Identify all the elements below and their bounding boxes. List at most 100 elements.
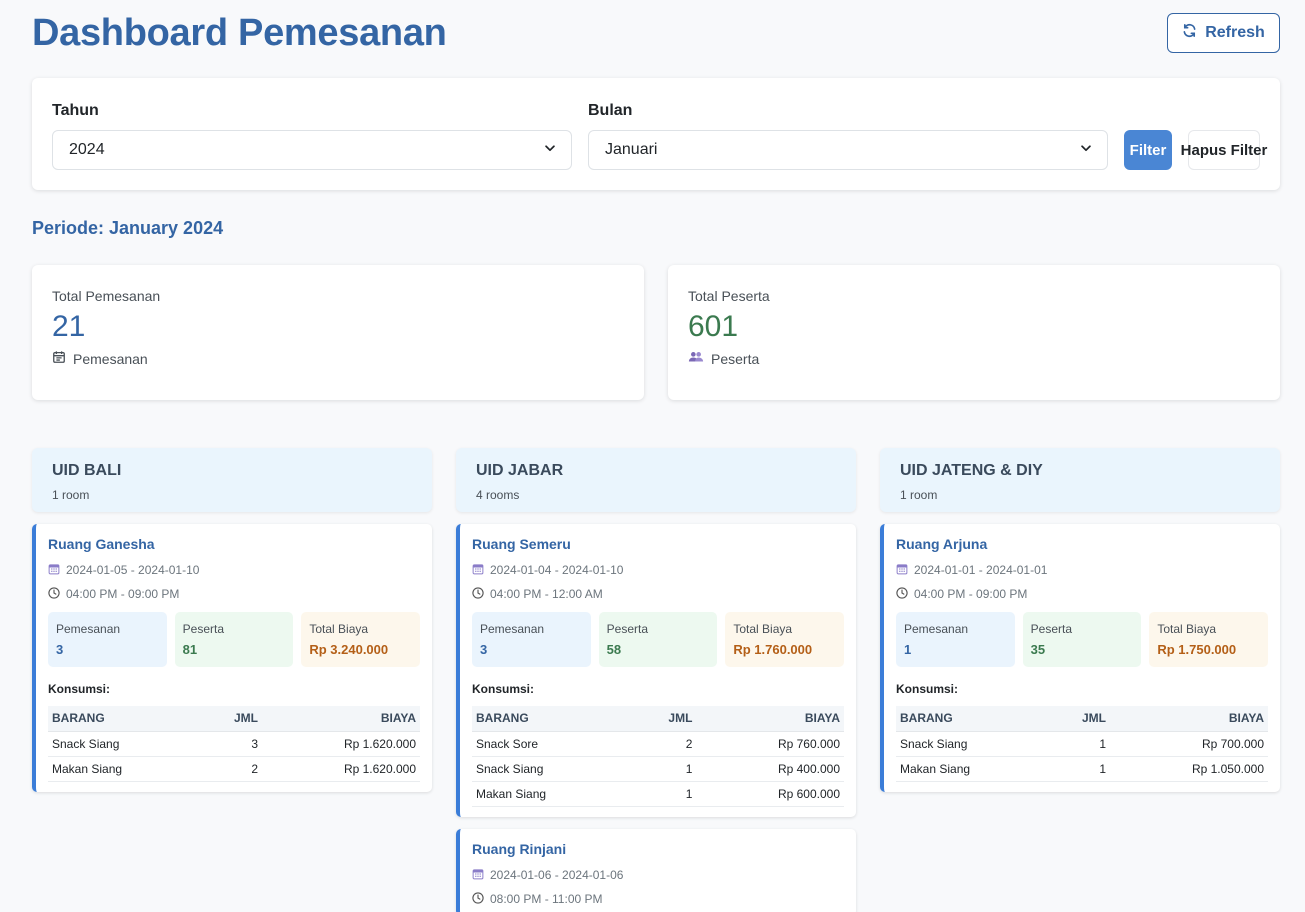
- mini-value: 58: [606, 642, 622, 657]
- konsumsi-table: BARANG JML BIAYA Snack Siang 3 Rp 1.620.…: [48, 706, 420, 782]
- mini-label: Peserta: [182, 622, 225, 636]
- region-column: UID JATENG & DIY 1 room Ruang Arjuna 202…: [880, 448, 1280, 792]
- item-qty: 1: [1050, 731, 1110, 757]
- table-row: Snack Siang 3 Rp 1.620.000: [48, 731, 420, 757]
- column-header: BIAYA: [262, 706, 420, 732]
- region-column: UID JABAR 4 rooms Ruang Semeru 2024-01-0…: [456, 448, 856, 912]
- mini-label: Total Biaya: [733, 622, 793, 636]
- mini-label: Total Biaya: [1157, 622, 1217, 636]
- item-cost: Rp 400.000: [696, 756, 844, 782]
- mini-value: Rp 1.750.000: [1157, 642, 1237, 657]
- item-name: Snack Sore: [472, 731, 637, 757]
- mini-label: Peserta: [1030, 622, 1073, 636]
- column-header: BIAYA: [696, 706, 844, 732]
- stat-value: 601: [688, 310, 739, 343]
- item-name: Makan Siang: [48, 756, 202, 782]
- item-cost: Rp 1.620.000: [262, 731, 420, 757]
- region-header: UID JABAR 4 rooms: [456, 448, 856, 512]
- column-header: JML: [202, 706, 262, 732]
- room-name: Ruang Rinjani: [472, 840, 567, 857]
- room-time: 08:00 PM - 11:00 PM: [490, 891, 603, 906]
- pemesanan-box: Pemesanan 1: [896, 612, 1015, 667]
- room-time: 04:00 PM - 09:00 PM: [66, 587, 180, 601]
- table-header-row: BARANG JML BIAYA: [896, 706, 1268, 732]
- konsumsi-label: Konsumsi:: [896, 682, 959, 696]
- refresh-label: Refresh: [1205, 24, 1265, 41]
- clock-icon: [472, 587, 484, 601]
- item-name: Snack Siang: [472, 756, 637, 782]
- column-header: JML: [636, 706, 697, 732]
- konsumsi-label: Konsumsi:: [48, 682, 111, 696]
- year-label: Tahun: [52, 102, 99, 119]
- stat-value: 21: [52, 310, 86, 343]
- item-cost: Rp 1.050.000: [1110, 756, 1268, 782]
- item-qty: 3: [202, 731, 262, 757]
- region-room-count: 4 rooms: [476, 488, 520, 502]
- konsumsi-label: Konsumsi:: [472, 682, 535, 696]
- room-name: Ruang Semeru: [472, 536, 571, 552]
- table-row: Makan Siang 1 Rp 600.000: [472, 781, 844, 807]
- stat-sub: Pemesanan: [73, 350, 148, 367]
- month-select[interactable]: Januari: [588, 130, 1108, 170]
- calendar-icon: [896, 563, 908, 577]
- filter-card: Tahun 2024 Bulan Januari Filter Hapus Fi…: [32, 78, 1280, 190]
- refresh-icon: [1182, 23, 1197, 43]
- refresh-button[interactable]: Refresh: [1167, 13, 1280, 53]
- clear-filter-button[interactable]: Hapus Filter: [1181, 130, 1267, 170]
- clock-icon: [48, 587, 60, 601]
- column-header: BARANG: [896, 706, 1050, 732]
- region-name: UID JABAR: [476, 462, 564, 479]
- mini-label: Pemesanan: [904, 622, 969, 636]
- room-card: Ruang Ganesha 2024-01-05 - 2024-01-10 04…: [32, 524, 432, 792]
- mini-label: Pemesanan: [480, 622, 545, 636]
- stat-label: Total Peserta: [688, 288, 770, 304]
- column-header: JML: [1050, 706, 1110, 732]
- konsumsi-table: BARANG JML BIAYA Snack Siang 1 Rp 700.00…: [896, 706, 1268, 782]
- stat-sub: Peserta: [711, 350, 760, 367]
- item-qty: 1: [1050, 756, 1110, 782]
- room-dates: 2024-01-04 - 2024-01-10: [490, 563, 624, 577]
- room-time: 04:00 PM - 09:00 PM: [914, 587, 1028, 601]
- month-value: Januari: [605, 141, 658, 158]
- calendar-icon: [472, 868, 484, 882]
- mini-value: 35: [1030, 642, 1046, 657]
- item-cost: Rp 1.620.000: [262, 756, 420, 782]
- item-name: Snack Siang: [896, 731, 1050, 757]
- region-column: UID BALI 1 room Ruang Ganesha 2024-01-05…: [32, 448, 432, 792]
- table-row: Snack Siang 1 Rp 700.000: [896, 731, 1268, 757]
- item-qty: 2: [636, 731, 697, 757]
- page-title: Dashboard Pemesanan: [32, 12, 447, 54]
- item-cost: Rp 760.000: [696, 731, 844, 757]
- room-dates: 2024-01-06 - 2024-01-06: [490, 867, 624, 882]
- column-header: BIAYA: [1110, 706, 1268, 732]
- item-qty: 2: [202, 756, 262, 782]
- region-room-count: 1 room: [52, 488, 90, 502]
- mini-value: 81: [182, 642, 198, 657]
- peserta-box: Peserta 58: [598, 612, 718, 667]
- filter-button[interactable]: Filter: [1124, 130, 1172, 170]
- table-row: Makan Siang 2 Rp 1.620.000: [48, 756, 420, 782]
- mini-value: 1: [904, 642, 912, 657]
- konsumsi-table: BARANG JML BIAYA Snack Sore 2 Rp 760.000…: [472, 706, 844, 807]
- room-card: Ruang Semeru 2024-01-04 - 2024-01-10 04:…: [456, 524, 856, 817]
- room-dates: 2024-01-05 - 2024-01-10: [66, 563, 200, 577]
- room-name: Ruang Ganesha: [48, 536, 155, 552]
- calendar-icon: [472, 563, 484, 577]
- mini-label: Total Biaya: [309, 622, 369, 636]
- biaya-box: Total Biaya Rp 3.240.000: [301, 612, 421, 667]
- peserta-box: Peserta 81: [174, 612, 294, 667]
- table-row: Snack Siang 1 Rp 400.000: [472, 756, 844, 782]
- column-header: BARANG: [48, 706, 202, 732]
- room-name: Ruang Arjuna: [896, 536, 988, 552]
- mini-label: Pemesanan: [56, 622, 121, 636]
- item-cost: Rp 700.000: [1110, 731, 1268, 757]
- pemesanan-box: Pemesanan 3: [472, 612, 591, 667]
- total-pemesanan-card: Total Pemesanan 21 Pemesanan: [32, 265, 644, 400]
- year-select[interactable]: 2024: [52, 130, 572, 170]
- year-value: 2024: [69, 141, 105, 158]
- room-card: Ruang Rinjani 2024-01-06 - 2024-01-06 08…: [456, 828, 856, 912]
- mini-value: 3: [480, 642, 488, 657]
- chevron-down-icon: [543, 141, 557, 160]
- region-name: UID JATENG & DIY: [900, 462, 1043, 479]
- column-header: BARANG: [472, 706, 637, 732]
